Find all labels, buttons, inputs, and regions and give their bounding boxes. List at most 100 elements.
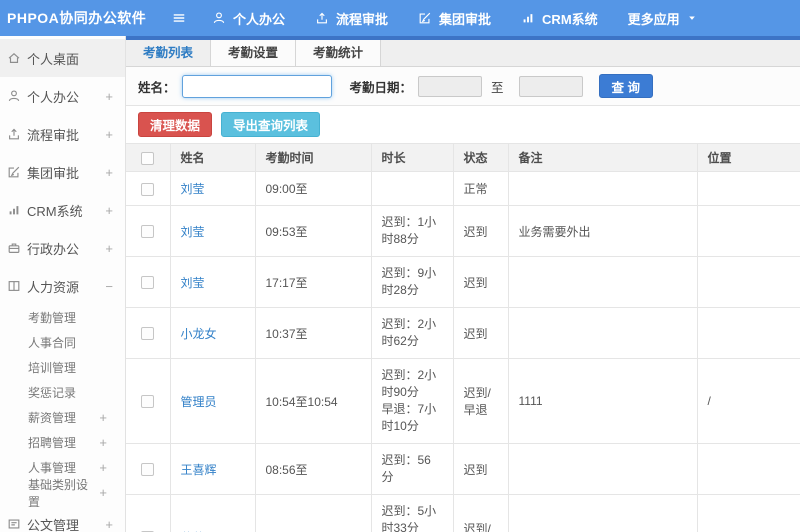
expand-icon[interactable]: + (105, 128, 113, 141)
sidebar-item-label: 考勤管理 (28, 311, 77, 325)
collapse-icon[interactable]: − (105, 280, 113, 293)
sidebar-item-6[interactable]: 人力资源 − (0, 267, 125, 305)
expand-icon[interactable]: + (105, 90, 113, 103)
app-window: PHPOA协同办公软件 个人办公 流程审批 集团审批 CRM系统 更多应用 个人桌面 个人… (0, 0, 800, 532)
duration-cell: 迟到：1小时88分 (370, 205, 454, 257)
sidebar-item-9[interactable]: 培训管理 (0, 355, 125, 380)
duration-line: 早退：7小时10分 (381, 402, 437, 433)
sidebar-item-label: 人事管理 (28, 461, 77, 475)
column-header: 备注 (507, 143, 698, 172)
table-row: 刘莹 17:17至 迟到：9小时28分 迟到 (126, 256, 800, 308)
action-buttons: 清理数据 导出查询列表 (126, 106, 800, 143)
sidebar-item-4[interactable]: CRM系统 + (0, 191, 125, 229)
status-badge: 正常 (452, 171, 509, 206)
sidebar-item-14[interactable]: 基础类别设置 + (0, 478, 125, 509)
nav-item-2[interactable]: 集团审批 (418, 9, 491, 28)
briefcase-icon (7, 241, 22, 255)
column-header: 姓名 (169, 143, 256, 172)
sidebar-item-label: CRM系统 (27, 203, 83, 219)
main-content: 考勤列表 考勤设置 考勤统计 姓名： 考勤日期： 至 查 询 清理数据 导出查询列表… (126, 36, 800, 532)
attendance-time: 10:37至 (254, 307, 372, 359)
employee-name-link[interactable]: 刘莹 (181, 276, 205, 290)
clean-data-button[interactable]: 清理数据 (138, 112, 213, 137)
sidebar: 个人桌面 个人办公 + 流程审批 + 集团审批 + CRM系统 + 行政办公 + 人力资源 − 考勤管理人… (0, 36, 126, 532)
sidebar-item-8[interactable]: 人事合同 (0, 330, 125, 355)
sidebar-item-label: 流程审批 (27, 127, 80, 143)
search-form: 姓名： 考勤日期： 至 查 询 (126, 67, 800, 106)
user-icon (212, 11, 226, 25)
employee-name-link[interactable]: 小龙女 (181, 327, 217, 341)
expand-icon[interactable]: + (105, 204, 113, 217)
sidebar-item-3[interactable]: 集团审批 + (0, 153, 125, 191)
row-checkbox[interactable] (141, 182, 155, 196)
expand-icon[interactable]: + (105, 242, 113, 255)
export-list-button[interactable]: 导出查询列表 (221, 112, 321, 137)
status-badge: 迟到/早退 (452, 494, 509, 532)
employee-name-link[interactable]: 刘莹 (181, 182, 205, 196)
row-checkbox[interactable] (141, 276, 155, 290)
navbar-items: 个人办公 流程审批 集团审批 CRM系统 更多应用 (212, 9, 727, 28)
name-input[interactable] (181, 74, 332, 98)
user-icon (7, 89, 22, 103)
expand-icon[interactable]: + (105, 518, 113, 531)
column-header: 时长 (370, 143, 454, 172)
nav-item-4[interactable]: 更多应用 (628, 9, 697, 28)
nav-item-0[interactable]: 个人办公 (212, 9, 285, 28)
sidebar-item-10[interactable]: 奖惩记录 (0, 380, 125, 405)
employee-name-link[interactable]: 管理员 (181, 395, 217, 409)
row-checkbox[interactable] (141, 225, 155, 239)
employee-name-link[interactable]: 刘莹 (181, 225, 205, 239)
hamburger-icon (172, 11, 186, 25)
nav-item-label: 集团审批 (439, 11, 492, 27)
duration-cell (370, 171, 454, 206)
attendance-table-body: 刘莹 09:00至 正常 刘莹 09:53至 迟到：1小时88分 迟到 业务需要外出 刘莹 17:… (126, 171, 800, 532)
sidebar-item-5[interactable]: 行政办公 + (0, 229, 125, 267)
sidebar-item-11[interactable]: 薪资管理 + (0, 405, 125, 430)
expand-icon[interactable]: + (105, 166, 113, 179)
nav-item-label: 个人办公 (233, 11, 286, 27)
nav-item-3[interactable]: CRM系统 (521, 9, 598, 28)
date-to-input[interactable] (518, 75, 583, 97)
sidebar-item-label: 集团审批 (27, 165, 80, 181)
expand-icon[interactable]: + (99, 486, 107, 499)
duration-cell: 迟到：56分 (370, 443, 454, 495)
attendance-time: 10:54至10:54 (254, 358, 372, 444)
row-checkbox[interactable] (141, 395, 155, 409)
row-checkbox[interactable] (141, 327, 155, 341)
hamburger-menu-button[interactable] (168, 11, 190, 25)
select-all-checkbox[interactable] (141, 151, 155, 165)
location-cell (696, 256, 800, 308)
tab-2[interactable]: 考勤统计 (296, 40, 382, 66)
expand-icon[interactable]: + (99, 436, 107, 449)
duration-cell: 迟到：2小时62分 (370, 307, 454, 359)
attendance-table: 姓名 考勤时间 时长 状态 备注 位置 刘莹 09:00至 正常 刘莹 09:53至 迟到：1小时8… (126, 143, 800, 532)
table-row: 黄蓉13:20至13:20迟到：5小时33分早退：4小时67分迟到/早退/ (126, 494, 800, 532)
expand-icon[interactable]: + (99, 461, 107, 474)
sidebar-item-1[interactable]: 个人办公 + (0, 77, 125, 115)
location-cell (696, 443, 800, 495)
sidebar-item-label: 公文管理 (27, 517, 80, 532)
employee-name-link[interactable]: 王喜辉 (181, 463, 217, 477)
caret-down-icon (687, 13, 697, 23)
tab-1[interactable]: 考勤设置 (211, 40, 297, 66)
row-checkbox[interactable] (141, 463, 155, 477)
sidebar-item-label: 基础类别设置 (28, 477, 89, 509)
sidebar-item-7[interactable]: 考勤管理 (0, 305, 125, 330)
note-cell (507, 256, 698, 308)
duration-cell: 迟到：9小时28分 (370, 256, 454, 308)
expand-icon[interactable]: + (99, 411, 107, 424)
sidebar-item-2[interactable]: 流程审批 + (0, 115, 125, 153)
date-from-input[interactable] (418, 75, 483, 97)
nav-item-1[interactable]: 流程审批 (315, 9, 388, 28)
chart-icon (7, 203, 22, 217)
duration-line: 迟到：5小时33分 (381, 504, 437, 532)
column-header: 考勤时间 (254, 143, 372, 172)
sidebar-item-label: 个人办公 (27, 89, 80, 105)
sidebar-item-12[interactable]: 招聘管理 + (0, 430, 125, 455)
query-button[interactable]: 查 询 (598, 74, 654, 98)
table-row: 小龙女 10:37至 迟到：2小时62分 迟到 (126, 307, 800, 359)
sidebar-item-0[interactable]: 个人桌面 (0, 39, 125, 77)
note-cell (507, 443, 698, 495)
tab-0[interactable]: 考勤列表 (126, 40, 212, 66)
doc-icon (7, 517, 22, 531)
